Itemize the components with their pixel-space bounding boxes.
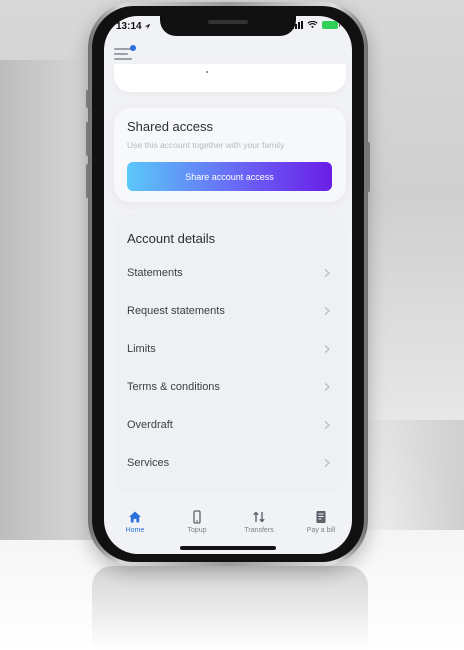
chevron-right-icon: [324, 383, 330, 391]
phone-reflection: [92, 566, 368, 650]
tab-pay-a-bill[interactable]: Pay a bill: [290, 500, 352, 554]
chevron-right-icon: [324, 459, 330, 467]
detail-row-label: Request statements: [127, 305, 225, 317]
tab-home[interactable]: Home: [104, 500, 166, 554]
detail-row-label: Terms & conditions: [127, 381, 220, 393]
detail-row-statements[interactable]: Statements: [114, 254, 346, 292]
detail-row-label: Limits: [127, 343, 156, 355]
notch: [160, 16, 296, 36]
bill-icon: [316, 511, 326, 523]
home-indicator: [180, 546, 276, 550]
location-arrow-icon: [145, 23, 151, 30]
chevron-right-icon: [324, 345, 330, 353]
tab-label: Home: [125, 527, 145, 534]
detail-row-label: Overdraft: [127, 419, 173, 431]
tab-label: Transfers: [244, 527, 274, 534]
share-account-access-button[interactable]: Share account access: [127, 162, 332, 191]
volume-up-button: [86, 122, 89, 156]
transfer-arrows-icon: [253, 511, 265, 523]
status-icons: [292, 21, 340, 29]
phone-icon: [193, 510, 201, 524]
detail-row-terms-conditions[interactable]: Terms & conditions: [114, 368, 346, 406]
mute-switch: [86, 90, 89, 108]
detail-row-label: Services: [127, 457, 170, 469]
speaker-grille: [208, 20, 248, 24]
detail-row-request-statements[interactable]: Request statements: [114, 292, 346, 330]
home-icon: [129, 511, 141, 523]
shared-access-card: Shared access Use this account together …: [114, 108, 346, 202]
account-details-title: Account details: [127, 231, 216, 246]
battery-charging-icon: [322, 21, 340, 29]
account-details-card: Account details Statements Request state…: [114, 214, 346, 492]
background-shadow-right: [354, 420, 464, 530]
app-screen: 13:14 Shared access Use this account tog…: [104, 16, 352, 554]
detail-row-limits[interactable]: Limits: [114, 330, 346, 368]
chevron-right-icon: [324, 269, 330, 277]
wifi-icon: [307, 21, 318, 29]
detail-row-label: Statements: [127, 267, 183, 279]
volume-down-button: [86, 164, 89, 198]
tab-label: Pay a bill: [306, 527, 336, 534]
power-button: [367, 142, 370, 192]
tab-label: Topup: [187, 527, 207, 534]
account-summary-card: [114, 64, 346, 92]
shared-access-subtitle: Use this account together with your fami…: [127, 140, 285, 150]
chevron-right-icon: [324, 421, 330, 429]
detail-row-overdraft[interactable]: Overdraft: [114, 406, 346, 444]
shared-access-title: Shared access: [127, 119, 213, 134]
notification-badge: [130, 45, 136, 51]
status-time-text: 13:14: [116, 21, 142, 32]
chevron-right-icon: [324, 307, 330, 315]
detail-row-services[interactable]: Services: [114, 444, 346, 482]
page-indicator-dot: [206, 71, 208, 73]
status-time: 13:14: [116, 21, 151, 32]
